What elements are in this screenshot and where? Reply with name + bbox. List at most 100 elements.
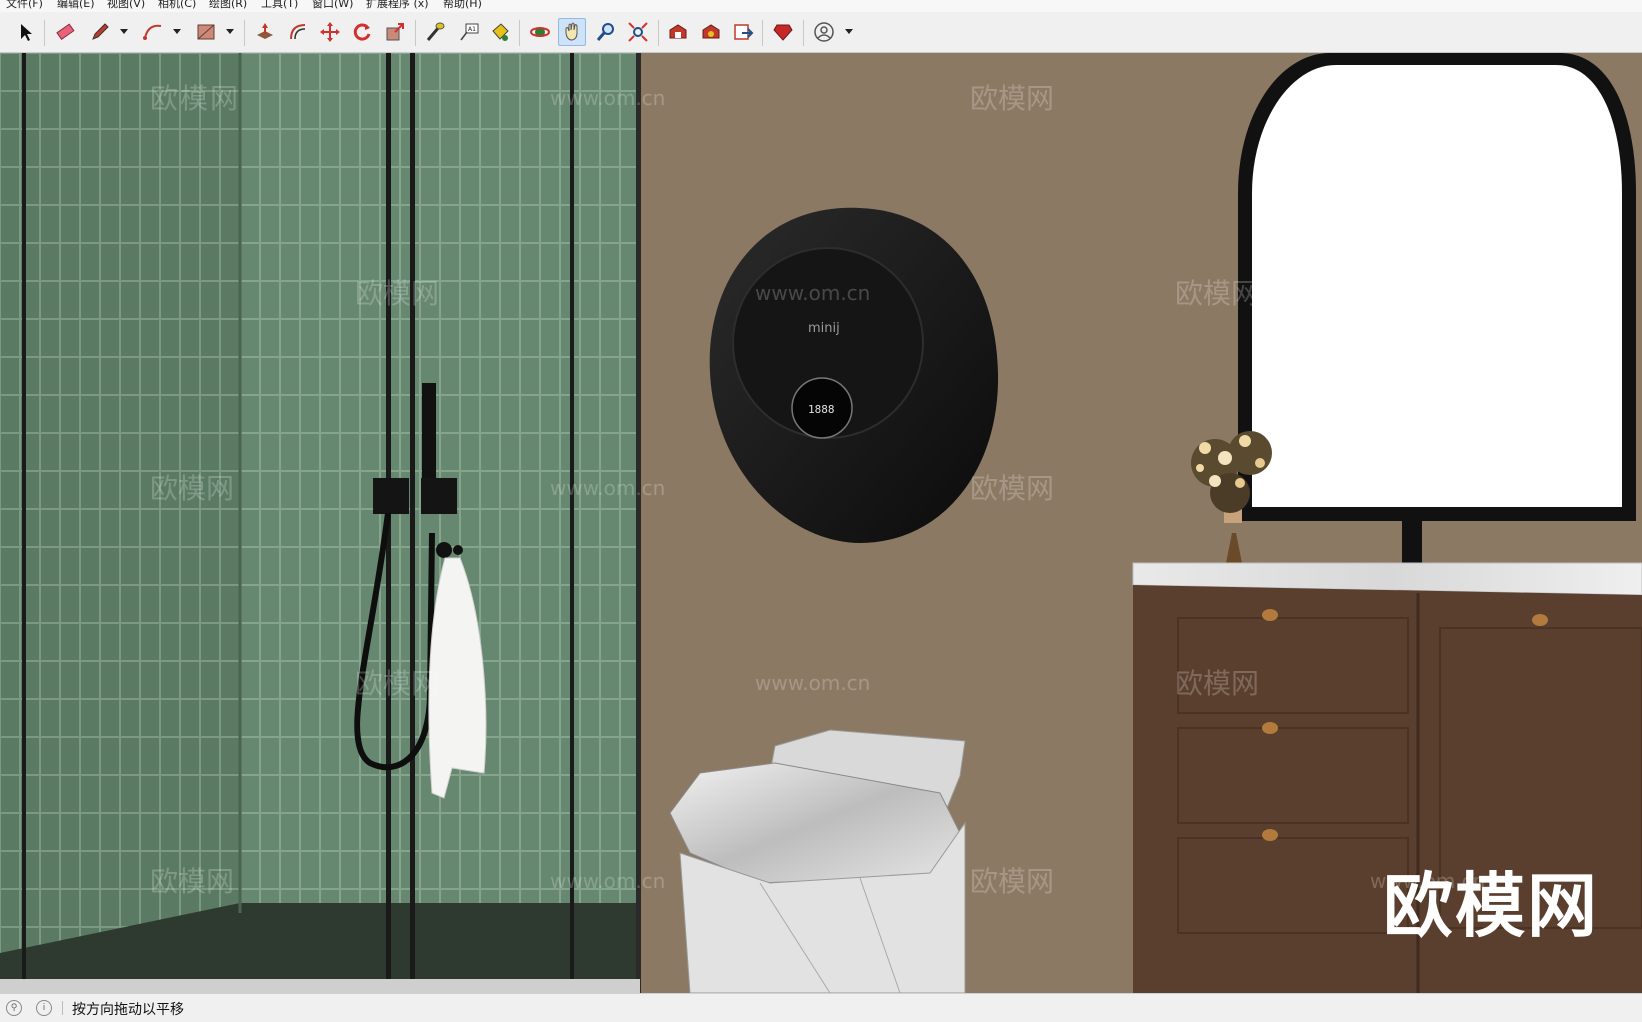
pan-tool[interactable]: [558, 18, 586, 46]
select-icon: [21, 24, 32, 41]
toolbar-separator: [519, 20, 520, 46]
pencil-tool[interactable]: [86, 18, 114, 46]
menu-help[interactable]: 帮助(H): [443, 0, 482, 11]
menu-file[interactable]: 文件(F): [6, 0, 43, 11]
layout-send-icon: [734, 24, 754, 40]
watermark-text: 欧模网: [150, 472, 234, 505]
watermark-url: www.om.cn: [550, 869, 665, 893]
shape-icon: [197, 24, 215, 40]
menu-camera[interactable]: 相机(C): [158, 0, 196, 11]
status-bar: ⚲ i 按方向拖动以平移: [0, 993, 1642, 1022]
watermark-text: 欧模网: [1175, 277, 1259, 310]
offset-icon: [290, 24, 306, 40]
push-pull-tool[interactable]: [251, 18, 279, 46]
layout-send-tool[interactable]: [729, 18, 757, 46]
door-knob: [1532, 614, 1548, 626]
toolbar-separator: [658, 20, 659, 46]
pencil-dropdown-icon[interactable]: [119, 26, 129, 36]
toolbar-separator: [44, 20, 45, 46]
status-text: 按方向拖动以平移: [72, 1002, 184, 1018]
arc-tool[interactable]: [139, 18, 167, 46]
drawer-knob: [1262, 722, 1278, 734]
watermark-text: 欧模网: [1175, 667, 1259, 700]
menu-extensions[interactable]: 扩展程序 (x): [366, 0, 429, 11]
warehouse-tool[interactable]: [664, 18, 692, 46]
ruby-console-tool[interactable]: [769, 18, 797, 46]
watermark-text: 欧模网: [970, 472, 1054, 505]
extension-warehouse-icon: [702, 24, 720, 39]
heater-brand: minij: [808, 321, 840, 336]
info-icon[interactable]: i: [36, 1000, 52, 1016]
glass-frame: [570, 53, 574, 993]
svg-text:A1: A1: [468, 26, 476, 33]
text-icon: A1: [460, 23, 479, 41]
zoom-icon: [596, 23, 614, 41]
arc-dropdown-icon[interactable]: [172, 26, 182, 36]
glass-frame: [636, 53, 641, 993]
towel-hook: [436, 542, 452, 558]
shower-valve: [373, 478, 409, 514]
shower-sill: [0, 979, 640, 993]
tape-measure-tool[interactable]: [421, 18, 449, 46]
eraser-tool[interactable]: [51, 18, 79, 46]
account-icon: [814, 22, 834, 42]
toolbar-separator: [244, 20, 245, 46]
arc-icon: [143, 24, 162, 40]
menu-bar: 文件(F) 编辑(E) 视图(V) 相机(C) 绘图(R) 工具(T) 窗口(W…: [0, 0, 1642, 12]
text-tool[interactable]: A1: [455, 18, 483, 46]
geo-location-icon[interactable]: ⚲: [6, 1000, 22, 1016]
tape-measure-icon: [426, 22, 445, 41]
pencil-icon: [92, 23, 109, 40]
zoom-extents-tool[interactable]: [624, 18, 652, 46]
scale-icon: [386, 23, 404, 41]
account-dropdown-icon[interactable]: [844, 26, 854, 36]
watermark-text: 欧模网: [970, 865, 1054, 898]
rotate-tool[interactable]: [348, 18, 376, 46]
scale-tool[interactable]: [381, 18, 409, 46]
zoom-extents-icon: [628, 22, 648, 42]
model-viewport[interactable]: minij 1888 欧模网 www.om.cn 欧模网 www.om.cn 欧…: [0, 53, 1642, 993]
select-tool[interactable]: [12, 18, 40, 46]
paint-bucket-tool[interactable]: [486, 18, 514, 46]
ruby-icon: [773, 24, 793, 41]
glass-frame: [410, 53, 415, 993]
menu-tools[interactable]: 工具(T): [261, 0, 298, 11]
orbit-tool[interactable]: [526, 18, 554, 46]
eraser-icon: [56, 23, 75, 40]
menu-draw[interactable]: 绘图(R): [209, 0, 247, 11]
toolbar-separator: [803, 20, 804, 46]
watermark-url: www.om.cn: [755, 281, 870, 305]
shape-dropdown-icon[interactable]: [225, 26, 235, 36]
status-separator: [62, 1001, 63, 1015]
watermark-url: www.om.cn: [755, 671, 870, 695]
menu-window[interactable]: 窗口(W): [312, 0, 353, 11]
zoom-tool[interactable]: [592, 18, 620, 46]
watermark-url: www.om.cn: [550, 86, 665, 110]
watermark-url: www.om.cn: [1370, 86, 1485, 110]
extension-warehouse-tool[interactable]: [697, 18, 725, 46]
rotate-icon: [353, 23, 371, 41]
menu-edit[interactable]: 编辑(E): [57, 0, 95, 11]
watermark-text: 欧模网: [150, 865, 234, 898]
menu-view[interactable]: 视图(V): [107, 0, 145, 11]
account-tool[interactable]: [810, 18, 838, 46]
paint-bucket-icon: [492, 23, 509, 41]
shape-tool[interactable]: [192, 18, 220, 46]
watermark-text: 欧模网: [150, 82, 240, 115]
site-logo: 欧模网: [1383, 865, 1599, 947]
watermark-text: 欧模网: [970, 82, 1054, 115]
glass-frame: [22, 53, 26, 993]
toolbar-separator: [762, 20, 763, 46]
watermark-text: 欧模网: [355, 277, 439, 310]
mirror: [1252, 65, 1622, 507]
watermark-text: 欧模网: [355, 667, 439, 700]
toolbar-separator: [415, 20, 416, 46]
pan-icon: [565, 22, 578, 41]
warehouse-icon: [669, 24, 687, 39]
drawer-knob: [1262, 609, 1278, 621]
shower-valve: [421, 478, 457, 514]
offset-tool[interactable]: [284, 18, 312, 46]
toolbar: A1: [0, 12, 1642, 53]
move-tool[interactable]: [316, 18, 344, 46]
drawer-knob: [1262, 829, 1278, 841]
